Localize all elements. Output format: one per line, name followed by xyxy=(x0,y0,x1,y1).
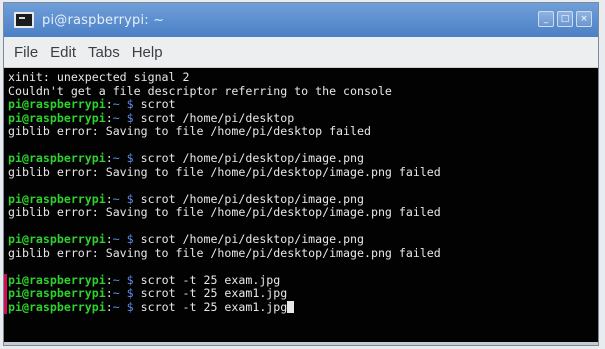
terminal-window: pi@raspberrypi: ~ _ □ × File Edit Tabs H… xyxy=(3,2,599,346)
prompt-path: ~ $ xyxy=(112,97,134,111)
prompt-path: ~ $ xyxy=(112,110,134,125)
command-text: scrot /home/pi/desktop/image.png xyxy=(140,191,365,206)
prompt-user-host: pi@raspberrypi xyxy=(8,151,106,165)
output-text: giblib error: Saving to file /home/pi/de… xyxy=(8,205,441,219)
command-line: pi@raspberrypi:~ $ scrot /home/pi/deskto… xyxy=(8,110,594,126)
output-text: giblib error: Saving to file /home/pi/de… xyxy=(8,124,371,138)
line-marker xyxy=(4,287,7,301)
prompt-separator: : xyxy=(105,110,113,125)
command-text: scrot /home/pi/desktop/image.png xyxy=(140,151,365,165)
window-title: pi@raspberrypi: ~ xyxy=(42,12,165,28)
menu-edit[interactable]: Edit xyxy=(50,44,76,61)
command-text: scrot /home/pi/desktop xyxy=(140,110,295,125)
command-line: pi@raspberrypi:~ $ scrot -t 25 exam.jpg xyxy=(8,272,594,288)
terminal-icon xyxy=(14,12,34,28)
command-text: scrot xyxy=(140,97,176,111)
line-marker xyxy=(4,273,7,287)
prompt-separator: : xyxy=(105,272,113,287)
output-text: Couldn't get a file descriptor referring… xyxy=(8,83,392,98)
command-line: pi@raspberrypi:~ $ scrot /home/pi/deskto… xyxy=(8,191,594,207)
prompt-user-host: pi@raspberrypi xyxy=(8,191,106,206)
menu-help[interactable]: Help xyxy=(132,44,163,61)
prompt-user-host: pi@raspberrypi xyxy=(8,97,106,111)
title-bar[interactable]: pi@raspberrypi: ~ _ □ × xyxy=(4,3,598,37)
command-line: pi@raspberrypi:~ $ scrot /home/pi/deskto… xyxy=(8,232,594,247)
text-cursor xyxy=(287,300,295,313)
output-line: giblib error: Saving to file /home/pi/de… xyxy=(8,205,594,220)
window-controls: _ □ × xyxy=(538,11,592,27)
prompt-separator: : xyxy=(105,299,113,314)
prompt-separator: : xyxy=(105,232,113,246)
prompt-path: ~ $ xyxy=(112,151,134,165)
prompt-path: ~ $ xyxy=(112,232,134,246)
command-line: pi@raspberrypi:~ $ scrot -t 25 exam1.jpg xyxy=(8,286,594,301)
command-text: scrot -t 25 exam1.jpg xyxy=(140,286,288,300)
prompt-user-host: pi@raspberrypi xyxy=(8,232,106,246)
prompt-path: ~ $ xyxy=(112,299,134,314)
prompt-path: ~ $ xyxy=(112,286,134,300)
line-marker xyxy=(4,300,7,314)
menu-file[interactable]: File xyxy=(14,44,38,61)
command-text: scrot /home/pi/desktop/image.png xyxy=(140,232,365,246)
command-text: scrot -t 25 exam1.jpg xyxy=(140,299,288,314)
menu-bar: File Edit Tabs Help xyxy=(4,37,598,68)
command-line: pi@raspberrypi:~ $ scrot -t 25 exam1.jpg xyxy=(8,299,594,315)
prompt-user-host: pi@raspberrypi xyxy=(8,272,106,287)
output-line: giblib error: Saving to file /home/pi/de… xyxy=(8,164,594,180)
prompt-user-host: pi@raspberrypi xyxy=(8,299,106,314)
command-line: pi@raspberrypi:~ $ scrot /home/pi/deskto… xyxy=(8,151,594,166)
prompt-separator: : xyxy=(105,151,113,165)
output-line: giblib error: Saving to file /home/pi/de… xyxy=(8,124,594,139)
command-line: pi@raspberrypi:~ $ scrot xyxy=(8,97,594,112)
output-text: xinit: unexpected signal 2 xyxy=(8,70,190,84)
output-line: xinit: unexpected signal 2 xyxy=(8,70,594,85)
maximize-button[interactable]: □ xyxy=(557,11,573,27)
prompt-separator: : xyxy=(105,286,113,300)
window-bottom-edge xyxy=(4,342,598,345)
prompt-path: ~ $ xyxy=(112,272,134,287)
output-line: giblib error: Saving to file /home/pi/de… xyxy=(8,245,594,261)
close-button[interactable]: × xyxy=(576,11,592,27)
output-line: Couldn't get a file descriptor referring… xyxy=(8,83,594,99)
terminal-output[interactable]: xinit: unexpected signal 2 Couldn't get a… xyxy=(4,68,598,345)
prompt-separator: : xyxy=(105,97,113,111)
output-text: giblib error: Saving to file /home/pi/de… xyxy=(8,245,441,260)
prompt-path: ~ $ xyxy=(112,191,134,206)
command-text: scrot -t 25 exam.jpg xyxy=(140,272,281,287)
output-text: giblib error: Saving to file /home/pi/de… xyxy=(8,164,441,179)
prompt-user-host: pi@raspberrypi xyxy=(8,286,106,300)
prompt-user-host: pi@raspberrypi xyxy=(8,110,106,125)
menu-tabs[interactable]: Tabs xyxy=(88,44,120,61)
prompt-separator: : xyxy=(105,191,113,206)
minimize-button[interactable]: _ xyxy=(538,11,554,27)
